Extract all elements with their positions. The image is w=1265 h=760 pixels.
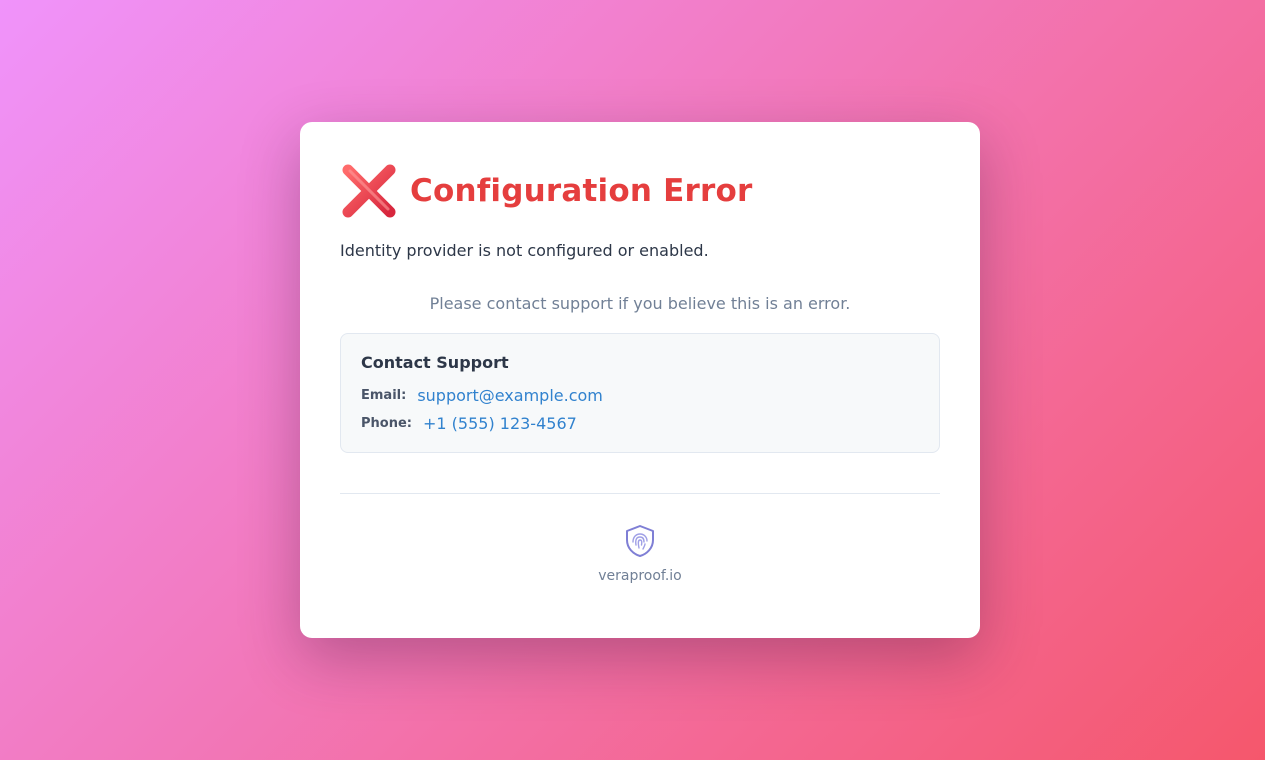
email-label: Email: [361,388,407,403]
contact-support-box: Contact Support Email: support@example.c… [340,333,940,453]
support-phone-row: Phone: +1 (555) 123-4567 [361,413,919,435]
brand-name: veraproof.io [598,568,682,584]
divider [340,493,940,494]
contact-hint: Please contact support if you believe th… [429,294,851,313]
phone-label: Phone: [361,416,412,431]
error-message: Identity provider is not configured or e… [340,241,709,260]
page-title: Configuration Error [410,173,753,209]
title-row: Configuration Error [340,162,940,220]
support-heading: Contact Support [361,353,509,372]
support-email-row: Email: support@example.com [361,385,919,407]
cross-mark-icon [340,162,398,220]
footer: veraproof.io [340,524,940,586]
support-email-link[interactable]: support@example.com [417,385,603,407]
error-card: Configuration Error Identity provider is… [300,122,980,638]
shield-fingerprint-icon [624,524,656,558]
support-phone-link[interactable]: +1 (555) 123-4567 [423,413,577,435]
